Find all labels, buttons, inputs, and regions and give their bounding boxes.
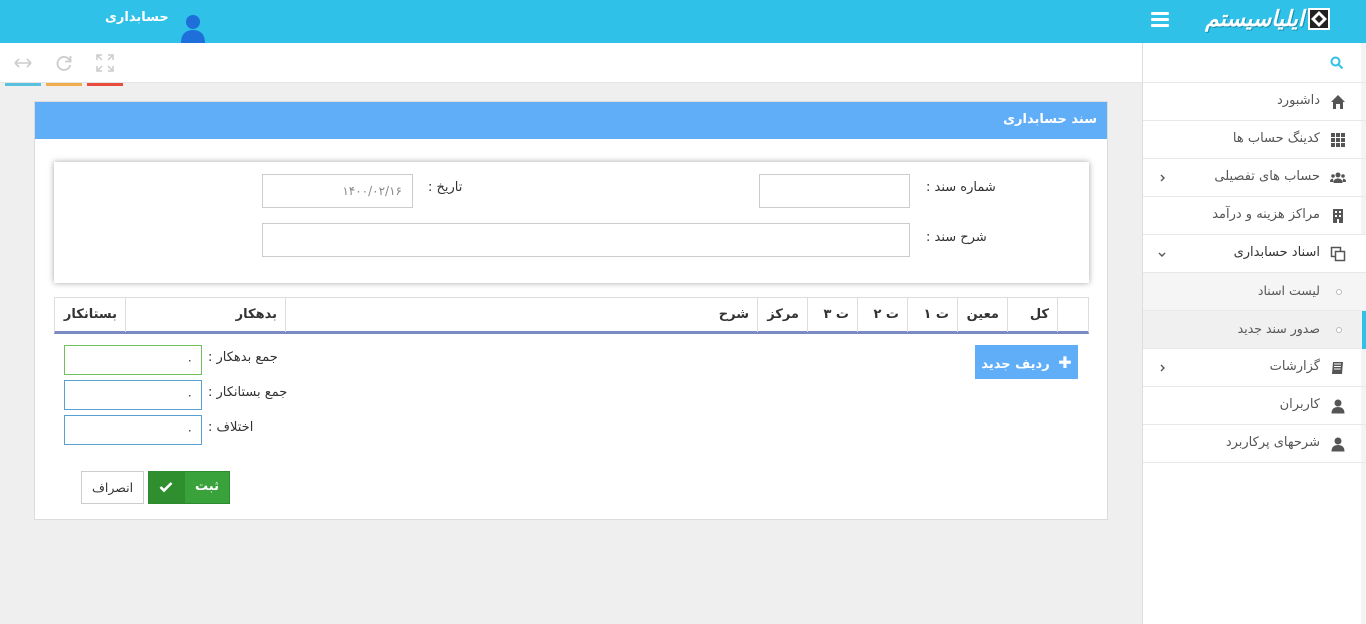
difference-input[interactable] (64, 415, 202, 445)
user-avatar-icon[interactable] (179, 13, 207, 43)
sidebar-item-label: مراکز هزینه و درآمد (1212, 207, 1320, 222)
column-header-center: مرکز (757, 298, 807, 332)
toolbar (0, 43, 1142, 86)
sidebar-item-reports[interactable]: گزارشات (1143, 349, 1366, 387)
bullet-icon (1336, 327, 1342, 333)
sidebar-subitem-new-document[interactable]: صدور سند جدید (1143, 311, 1366, 349)
top-bar: ایلیاسیستم حسابداری (0, 0, 1366, 43)
chevron-left-icon (1157, 362, 1167, 374)
sidebar-subitem-label: صدور سند جدید (1237, 321, 1320, 336)
check-icon (149, 472, 185, 503)
sidebar-subitem-label: لیست اسناد (1257, 283, 1320, 298)
column-header-detail-2: ت ۲ (857, 298, 907, 332)
plus-icon: ✚ (1058, 352, 1072, 372)
users-icon (1330, 170, 1346, 186)
sidebar-item-frequent-descriptions[interactable]: شرحهای پرکاربرد (1143, 425, 1366, 463)
column-header-debit: بدهکار (125, 298, 285, 332)
refresh-icon (54, 53, 74, 73)
sidebar-subitem-document-list[interactable]: لیست اسناد (1143, 273, 1366, 311)
logo-mark-icon (1308, 8, 1330, 30)
home-icon (1330, 94, 1346, 110)
sidebar-item-label: حساب های تفصیلی (1214, 169, 1320, 184)
sidebar-item-detail-accounts[interactable]: حساب های تفصیلی (1143, 159, 1366, 197)
column-header-description: شرح (285, 298, 757, 332)
cancel-button[interactable]: انصراف (81, 471, 144, 504)
building-icon (1330, 208, 1346, 224)
save-button[interactable]: ثبت (148, 471, 230, 504)
arrows-horizontal-icon (13, 53, 33, 73)
totals-box: جمع بدهکار : جمع بستانکار : اختلاف : (54, 337, 314, 459)
chevron-left-icon (1157, 172, 1167, 184)
add-row-button[interactable]: ✚ ردیف جدید (975, 345, 1078, 379)
sidebar-item-accounting-documents[interactable]: اسناد حسابداری (1143, 235, 1366, 273)
sidebar: داشبورد کدینگ حساب ها حساب های تفصیلی مر… (1142, 43, 1366, 624)
panel-header: سند حسابداری (35, 102, 1107, 139)
toolbar-indicator (87, 83, 123, 86)
sidebar-item-dashboard[interactable]: داشبورد (1143, 83, 1366, 121)
total-credit-label: جمع بستانکار : (208, 385, 288, 400)
bullet-icon (1336, 289, 1342, 295)
total-debit-label: جمع بدهکار : (208, 350, 278, 365)
column-header-credit: بستانکار (63, 307, 117, 322)
sidebar-item-cost-centers[interactable]: مراکز هزینه و درآمد (1143, 197, 1366, 235)
sidebar-item-account-coding[interactable]: کدینگ حساب ها (1143, 121, 1366, 159)
column-header-actions (1057, 298, 1089, 332)
sidebar-item-label: داشبورد (1277, 93, 1320, 108)
save-label: ثبت (195, 479, 219, 494)
collapse-width-button[interactable] (5, 43, 41, 86)
user-icon (1330, 436, 1346, 452)
description-input[interactable] (262, 223, 910, 257)
column-header-general: کل (1007, 298, 1057, 332)
book-icon (1330, 360, 1346, 376)
sidebar-item-label: کاربران (1279, 397, 1320, 412)
date-label: تاریخ : (428, 180, 463, 195)
fullscreen-icon (95, 53, 115, 73)
sidebar-item-label: کدینگ حساب ها (1232, 131, 1320, 146)
toolbar-indicator (5, 83, 41, 86)
fullscreen-button[interactable] (87, 43, 123, 86)
doc-number-label: شماره سند : (926, 180, 996, 195)
difference-label: اختلاف : (208, 420, 254, 435)
refresh-button[interactable] (46, 43, 82, 86)
grid-icon (1330, 132, 1346, 148)
search-icon[interactable] (1330, 56, 1344, 70)
add-row-label: ردیف جدید (981, 356, 1050, 372)
menu-toggle-icon[interactable] (1151, 12, 1169, 28)
date-input[interactable] (262, 174, 413, 208)
column-header-detail-1: ت ۱ (907, 298, 957, 332)
document-form: شماره سند : تاریخ : شرح سند : (54, 162, 1089, 283)
total-credit-input[interactable] (64, 380, 202, 410)
sidebar-search[interactable] (1143, 43, 1366, 83)
accounting-document-panel: سند حسابداری شماره سند : تاریخ : شرح سند… (34, 101, 1108, 520)
sidebar-item-label: اسناد حسابداری (1233, 245, 1320, 260)
sidebar-item-label: شرحهای پرکاربرد (1225, 435, 1320, 450)
sidebar-item-label: گزارشات (1269, 359, 1320, 374)
description-label: شرح سند : (926, 230, 987, 245)
doc-number-input[interactable] (759, 174, 910, 208)
toolbar-indicator (46, 83, 82, 86)
user-name[interactable]: حسابداری (105, 10, 169, 25)
copy-icon (1330, 246, 1346, 262)
column-header-detail-3: ت ۳ (807, 298, 857, 332)
sidebar-item-users[interactable]: کاربران (1143, 387, 1366, 425)
document-rows-table-header: کل معین ت ۱ ت ۲ ت ۳ مرکز شرح بدهکار بستا… (54, 297, 1089, 334)
logo-text: ایلیاسیستم (1205, 6, 1304, 32)
total-debit-input[interactable] (64, 345, 202, 375)
logo[interactable]: ایلیاسیستم (1205, 4, 1330, 38)
column-header-subsidiary: معین (957, 298, 1007, 332)
panel-title: سند حسابداری (1003, 112, 1097, 127)
chevron-down-icon (1157, 248, 1167, 260)
user-icon (1330, 398, 1346, 414)
